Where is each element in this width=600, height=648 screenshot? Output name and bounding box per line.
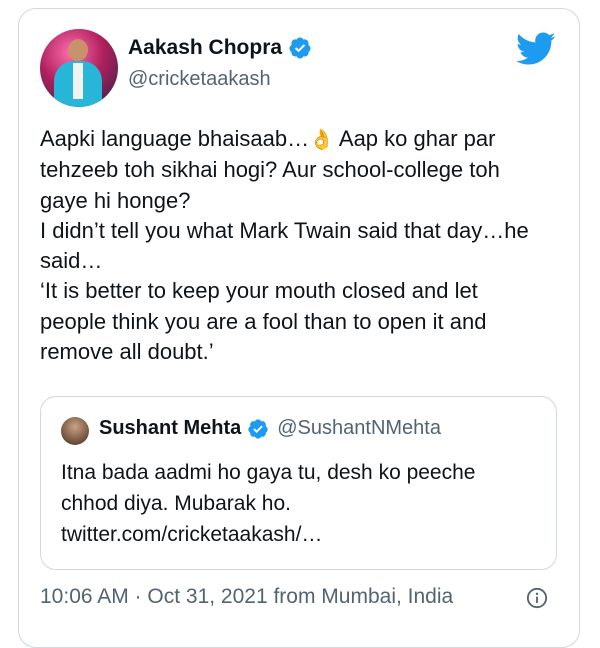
quoted-author-handle: @SushantNMehta	[277, 417, 441, 439]
author-name-row: Aakash Chopra	[128, 36, 312, 60]
author-name[interactable]: Aakash Chopra	[128, 36, 282, 60]
quoted-tweet-link[interactable]: twitter.com/cricketaakash/…	[61, 519, 541, 550]
verified-badge-icon	[289, 37, 311, 59]
tweet-line: people think you are a fool than to open…	[40, 308, 487, 334]
tweet-line: gaye hi honge?	[40, 187, 191, 213]
tweet-line: ‘It is better to keep your mouth closed …	[40, 278, 478, 304]
quoted-author-avatar	[61, 417, 89, 445]
tweet-line: Aapki language bhaisaab…👌 Aap ko ghar pa…	[40, 126, 496, 151]
info-icon[interactable]	[526, 587, 548, 609]
quoted-tweet[interactable]: Sushant Mehta @SushantNMehta Itna bada a…	[40, 396, 557, 570]
tweet-line: said…	[40, 248, 103, 274]
author-avatar[interactable]	[40, 29, 118, 107]
tweet-line: remove all doubt.’	[40, 339, 214, 365]
quoted-tweet-line: chhod diya. Mubarak ho.	[61, 492, 291, 515]
quoted-tweet-body: Itna bada aadmi ho gaya tu, desh ko peec…	[61, 457, 541, 550]
tweet-body: Aapki language bhaisaab…👌 Aap ko ghar pa…	[40, 124, 568, 367]
tweet-line: tehzeeb toh sikhai hogi? Aur school-coll…	[40, 157, 500, 183]
tweet-line: I didn’t tell you what Mark Twain said t…	[40, 217, 529, 243]
ok-hand-emoji: 👌	[309, 129, 334, 151]
avatar-face	[68, 39, 88, 61]
avatar-shirt	[73, 63, 83, 99]
twitter-bird-icon[interactable]	[516, 32, 556, 66]
quoted-tweet-header: Sushant Mehta @SushantNMehta	[99, 417, 441, 440]
quoted-tweet-line: Itna bada aadmi ho gaya tu, desh ko peec…	[61, 461, 476, 484]
verified-badge-icon	[248, 418, 268, 439]
tweet-timestamp[interactable]: 10:06 AM · Oct 31, 2021 from Mumbai, Ind…	[40, 585, 453, 609]
author-handle[interactable]: @cricketaakash	[128, 68, 271, 91]
quoted-author-name: Sushant Mehta	[99, 417, 242, 439]
